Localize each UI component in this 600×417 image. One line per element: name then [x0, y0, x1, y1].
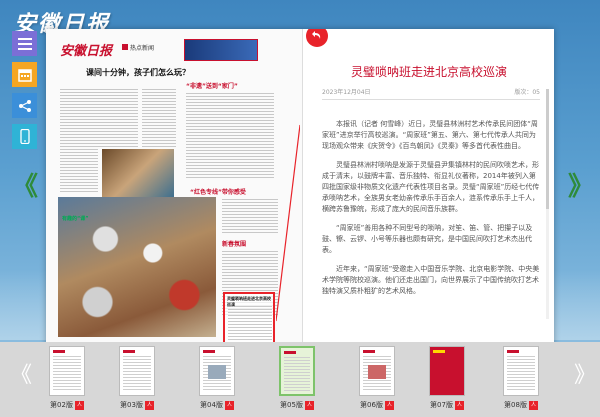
- thumbnail-label: 第07版人: [430, 400, 464, 410]
- selected-article-highlight[interactable]: 灵璧唢呐班走进北京高校巡演: [223, 292, 275, 345]
- thumbnail-label: 第04版人: [200, 400, 234, 410]
- thumbnail-page-active[interactable]: 第05版人: [272, 346, 322, 416]
- section-tag: 热点新闻: [122, 43, 154, 52]
- share-icon: [18, 99, 31, 112]
- article-paragraph: “周家班”善用各种不同型号的唢呐，对笙、笛、管、把攥子以及鼓、镲、云锣、小号等乐…: [322, 224, 533, 254]
- thumbnail-image: [429, 346, 465, 396]
- article-body: 本报讯（记者 何雪峰）近日，灵璧县林洲村艺术传承民间团体“周家班”进京举行高校巡…: [322, 119, 540, 343]
- article-text-block[interactable]: [186, 93, 274, 179]
- menu-button[interactable]: [12, 31, 37, 56]
- thumbnail-page[interactable]: 第07版人: [422, 346, 472, 416]
- section-title[interactable]: 新春氛围: [222, 239, 246, 248]
- article-meta: 2023年12月04日 版次：05: [322, 87, 540, 99]
- pdf-icon[interactable]: 人: [74, 400, 84, 410]
- calendar-button[interactable]: [12, 62, 37, 87]
- page-thumbnail-bar: 《 第02版人 第03版人 第04版人 第05版人 第06版人 第07版人 第0…: [0, 342, 600, 417]
- next-page-arrow[interactable]: 》: [568, 172, 594, 202]
- phone-icon: [19, 129, 30, 144]
- thumbnail-page[interactable]: 第02版人: [42, 346, 92, 416]
- thumbnail-page[interactable]: 第03版人: [112, 346, 162, 416]
- thumbnail-label: 第05版人: [280, 400, 314, 410]
- thumbnail-page[interactable]: 第06版人: [352, 346, 402, 416]
- article-paragraph: 近年来，“周家班”受邀走入中国音乐学院、北京电影学院、中央美术学院等院校巡演。他…: [322, 265, 540, 295]
- share-button[interactable]: [12, 93, 37, 118]
- newspaper-page-image[interactable]: 安徽日报 热点新闻 课间十分钟，孩子们怎么玩？ “非遗”送到“家门” “红色专线…: [46, 29, 303, 350]
- back-button[interactable]: [306, 29, 328, 47]
- side-toolbar: [12, 31, 37, 155]
- thumbnail-image: [359, 346, 395, 396]
- thumbnail-label: 第06版人: [360, 400, 394, 410]
- article-text-block[interactable]: [222, 199, 278, 235]
- thumbnail-image: [279, 346, 315, 396]
- thumbnail-image: [119, 346, 155, 396]
- article-text-block[interactable]: [142, 89, 176, 147]
- pdf-icon[interactable]: 人: [528, 400, 538, 410]
- pointer-line: [276, 124, 300, 322]
- article-paragraph: 灵璧县林洲村唢呐是发源于灵璧县尹集镇林村的民间吹唢艺术，形成于清末，以鼓牌丰富、…: [322, 161, 540, 213]
- thumbnail-image: [503, 346, 539, 396]
- thumbnail-image: [199, 346, 235, 396]
- calendar-icon: [17, 68, 32, 82]
- article-panel: 灵璧唢呐班走进北京高校巡演 2023年12月04日 版次：05 本报讯（记者 何…: [304, 29, 554, 350]
- mobile-button[interactable]: [12, 124, 37, 149]
- menu-icon: [17, 37, 32, 50]
- thumbnail-label: 第03版人: [120, 400, 154, 410]
- thumbnail-page[interactable]: 第04版人: [192, 346, 242, 416]
- newspaper-header: 安徽日报 热点新闻: [60, 39, 300, 61]
- newspaper-headline[interactable]: 课间十分钟，孩子们怎么玩？: [86, 67, 190, 78]
- thumbnails-next-arrow[interactable]: 》: [574, 364, 596, 388]
- pdf-icon[interactable]: 人: [454, 400, 464, 410]
- thumbnail-image: [49, 346, 85, 396]
- photo-label: 有趣的“课”: [62, 216, 89, 222]
- pdf-icon[interactable]: 人: [304, 400, 314, 410]
- newspaper-logo: 安徽日报: [60, 44, 113, 59]
- thumbnail-page[interactable]: 第08版人: [496, 346, 546, 416]
- thumbnails-prev-arrow[interactable]: 《: [10, 364, 32, 388]
- header-banner-ad: [184, 39, 258, 61]
- article-text-block[interactable]: [60, 149, 98, 193]
- newspaper-reader: 安徽日报 热点新闻 课间十分钟，孩子们怎么玩？ “非遗”送到“家门” “红色专线…: [46, 29, 554, 350]
- article-paragraph: 本报讯（记者 何雪峰）近日，灵璧县林洲村艺术传承民间团体“周家班”进京举行高校巡…: [322, 120, 538, 150]
- return-icon: [312, 31, 321, 39]
- article-scrollbar[interactable]: [546, 89, 549, 319]
- thumbnail-label: 第02版人: [50, 400, 84, 410]
- article-page-number: 版次：05: [514, 89, 540, 96]
- scroll-thumb[interactable]: [546, 89, 549, 209]
- article-date: 2023年12月04日: [322, 89, 371, 96]
- highlight-text-block: [228, 306, 272, 340]
- section-title[interactable]: “非遗”送到“家门”: [186, 81, 238, 90]
- divider: [322, 99, 540, 100]
- article-title: 灵璧唢呐班走进北京高校巡演: [350, 65, 507, 79]
- prev-page-arrow[interactable]: 《: [12, 172, 38, 202]
- pdf-icon[interactable]: 人: [384, 400, 394, 410]
- section-title[interactable]: “红色专线”带你感受: [190, 187, 246, 196]
- news-photo[interactable]: [102, 149, 174, 197]
- article-text-block[interactable]: [60, 89, 138, 147]
- pdf-icon[interactable]: 人: [224, 400, 234, 410]
- pdf-icon[interactable]: 人: [144, 400, 154, 410]
- thumbnail-label: 第08版人: [504, 400, 538, 410]
